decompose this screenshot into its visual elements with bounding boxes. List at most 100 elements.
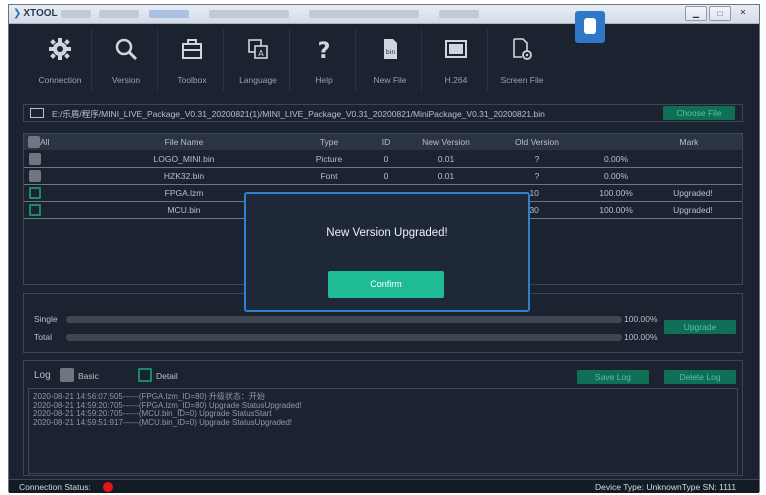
basic-checkbox[interactable] (60, 368, 74, 382)
save-log-button[interactable]: Save Log (577, 370, 649, 384)
cell-new-version: 0.01 (437, 171, 455, 181)
toolbar-label: New File (373, 75, 407, 85)
film-icon (445, 40, 467, 58)
toolbar-label: Version (111, 75, 141, 85)
cell-progress: 0.00% (603, 171, 629, 181)
cell-file-name: FPGA.lzm (164, 188, 204, 198)
title-blur (309, 10, 419, 18)
header-mark: Mark (679, 137, 699, 147)
toolbar-help[interactable]: ? Help (293, 29, 356, 91)
status-bar: Connection Status: Device Type: UnknownT… (9, 479, 759, 493)
toolbar-language[interactable]: A Language (227, 29, 290, 91)
cell-id: 0 (383, 171, 389, 181)
toolbar-new-file[interactable]: bin New File (359, 29, 422, 91)
single-label: Single (34, 314, 58, 324)
svg-text:A: A (258, 49, 264, 58)
toolbar-screen-file[interactable]: Screen File (491, 29, 553, 91)
log-label: Log (34, 370, 51, 381)
toolbar-label: Screen File (500, 75, 544, 85)
app-title: XTOOL (23, 8, 58, 19)
cell-old-version: ? (534, 171, 540, 181)
cell-progress: 100.00% (599, 188, 633, 198)
gear-icon (49, 38, 71, 60)
header-file-name: File Name (164, 137, 204, 147)
detail-checkbox[interactable] (138, 368, 152, 382)
select-all-checkbox[interactable] (28, 136, 40, 148)
title-blur (99, 10, 139, 18)
file-path-row: E:/乐盾/程序/MINI_LIVE_Package_V0.31_2020082… (23, 104, 743, 122)
cell-old-version: ? (534, 154, 540, 164)
language-icon: A (248, 39, 268, 59)
folder-icon (30, 108, 44, 118)
delete-log-button[interactable]: Delete Log (664, 370, 736, 384)
header-new-version: New Version (422, 137, 470, 147)
header-old-version: Old Version (515, 137, 559, 147)
header-type: Type (319, 137, 339, 147)
confirm-button[interactable]: Confirm (328, 271, 444, 298)
table-row[interactable]: HZK32.bin Font 0 0.01 ? 0.00% (24, 168, 742, 185)
total-label: Total (34, 332, 52, 342)
cell-mark: Upgraded! (673, 188, 713, 198)
basic-label: Basic (78, 371, 99, 381)
log-panel: Log Basic Detail Save Log Delete Log 202… (23, 360, 743, 476)
cell-progress: 100.00% (599, 205, 633, 215)
row-checkbox[interactable] (29, 204, 41, 216)
svg-text:?: ? (318, 39, 331, 61)
toolbar-h264[interactable]: H.264 (425, 29, 488, 91)
title-blur (149, 10, 189, 18)
xtool-logo-icon: ❯ (13, 8, 22, 19)
connection-status-label: Connection Status: (19, 482, 91, 492)
close-button[interactable]: ✕ (733, 6, 753, 19)
row-checkbox[interactable] (29, 170, 41, 182)
title-blur (439, 10, 479, 18)
single-percent: 100.00% (624, 314, 658, 324)
log-output[interactable]: 2020-08-21 14:56:07:505------(FPGA.lzm_I… (28, 388, 738, 474)
cell-new-version: 0.01 (437, 154, 455, 164)
total-progress-track (66, 334, 622, 341)
cell-file-name: MCU.bin (167, 205, 201, 215)
header-all: All (40, 137, 50, 147)
header-id: ID (381, 137, 391, 147)
upgrade-button[interactable]: Upgrade (664, 320, 736, 334)
table-row[interactable]: LOGO_MINI.bin Picture 0 0.01 ? 0.00% (24, 151, 742, 168)
minimize-button[interactable]: ▁ (685, 6, 707, 21)
total-percent: 100.00% (624, 332, 658, 342)
device-info: Device Type: UnknownType SN: 1111 (595, 482, 737, 492)
total-progress-fill (66, 334, 622, 341)
toolbar: Connection Version Toolbox A Language ? … (19, 29, 549, 91)
toolbar-label: Toolbox (177, 75, 207, 85)
cell-type: Font (320, 171, 338, 181)
title-blur (209, 10, 289, 18)
cell-file-name: HZK32.bin (163, 171, 205, 181)
search-icon (115, 38, 138, 61)
toolbar-toolbox[interactable]: Toolbox (161, 29, 224, 91)
toolbar-label: H.264 (444, 75, 468, 85)
row-checkbox[interactable] (29, 153, 41, 165)
svg-text:bin: bin (386, 49, 395, 56)
cell-mark: Upgraded! (673, 205, 713, 215)
usb-device-icon (575, 11, 605, 43)
toolbar-label: Help (315, 75, 333, 85)
dialog-message: New Version Upgraded! (326, 227, 448, 239)
screen-file-icon (513, 38, 532, 60)
row-checkbox[interactable] (29, 187, 41, 199)
cell-type: Picture (315, 154, 343, 164)
table-header: All File Name Type ID New Version Old Ve… (24, 134, 742, 150)
toolbar-connection[interactable]: Connection (29, 29, 92, 91)
title-blur (61, 10, 91, 18)
maximize-button[interactable]: □ (709, 6, 731, 21)
toolbox-icon (182, 39, 202, 59)
title-bar: ❯ XTOOL ▁ □ ✕ (9, 5, 759, 24)
choose-file-button[interactable]: Choose File (663, 106, 735, 120)
help-icon: ? (318, 39, 331, 61)
app-window: ❯ XTOOL ▁ □ ✕ Connection Version Toolbox… (8, 4, 760, 493)
app-logo: ❯ XTOOL (13, 8, 58, 19)
toolbar-label: Language (239, 75, 277, 85)
cell-progress: 0.00% (603, 154, 629, 164)
log-line: 2020-08-21 14:59:51:917------(MCU.bin_ID… (33, 417, 293, 427)
connection-status-indicator (103, 482, 113, 492)
single-progress-fill (66, 316, 622, 323)
toolbar-version[interactable]: Version (95, 29, 158, 91)
single-progress-track (66, 316, 622, 323)
window-controls: ▁ □ ✕ (685, 6, 753, 21)
